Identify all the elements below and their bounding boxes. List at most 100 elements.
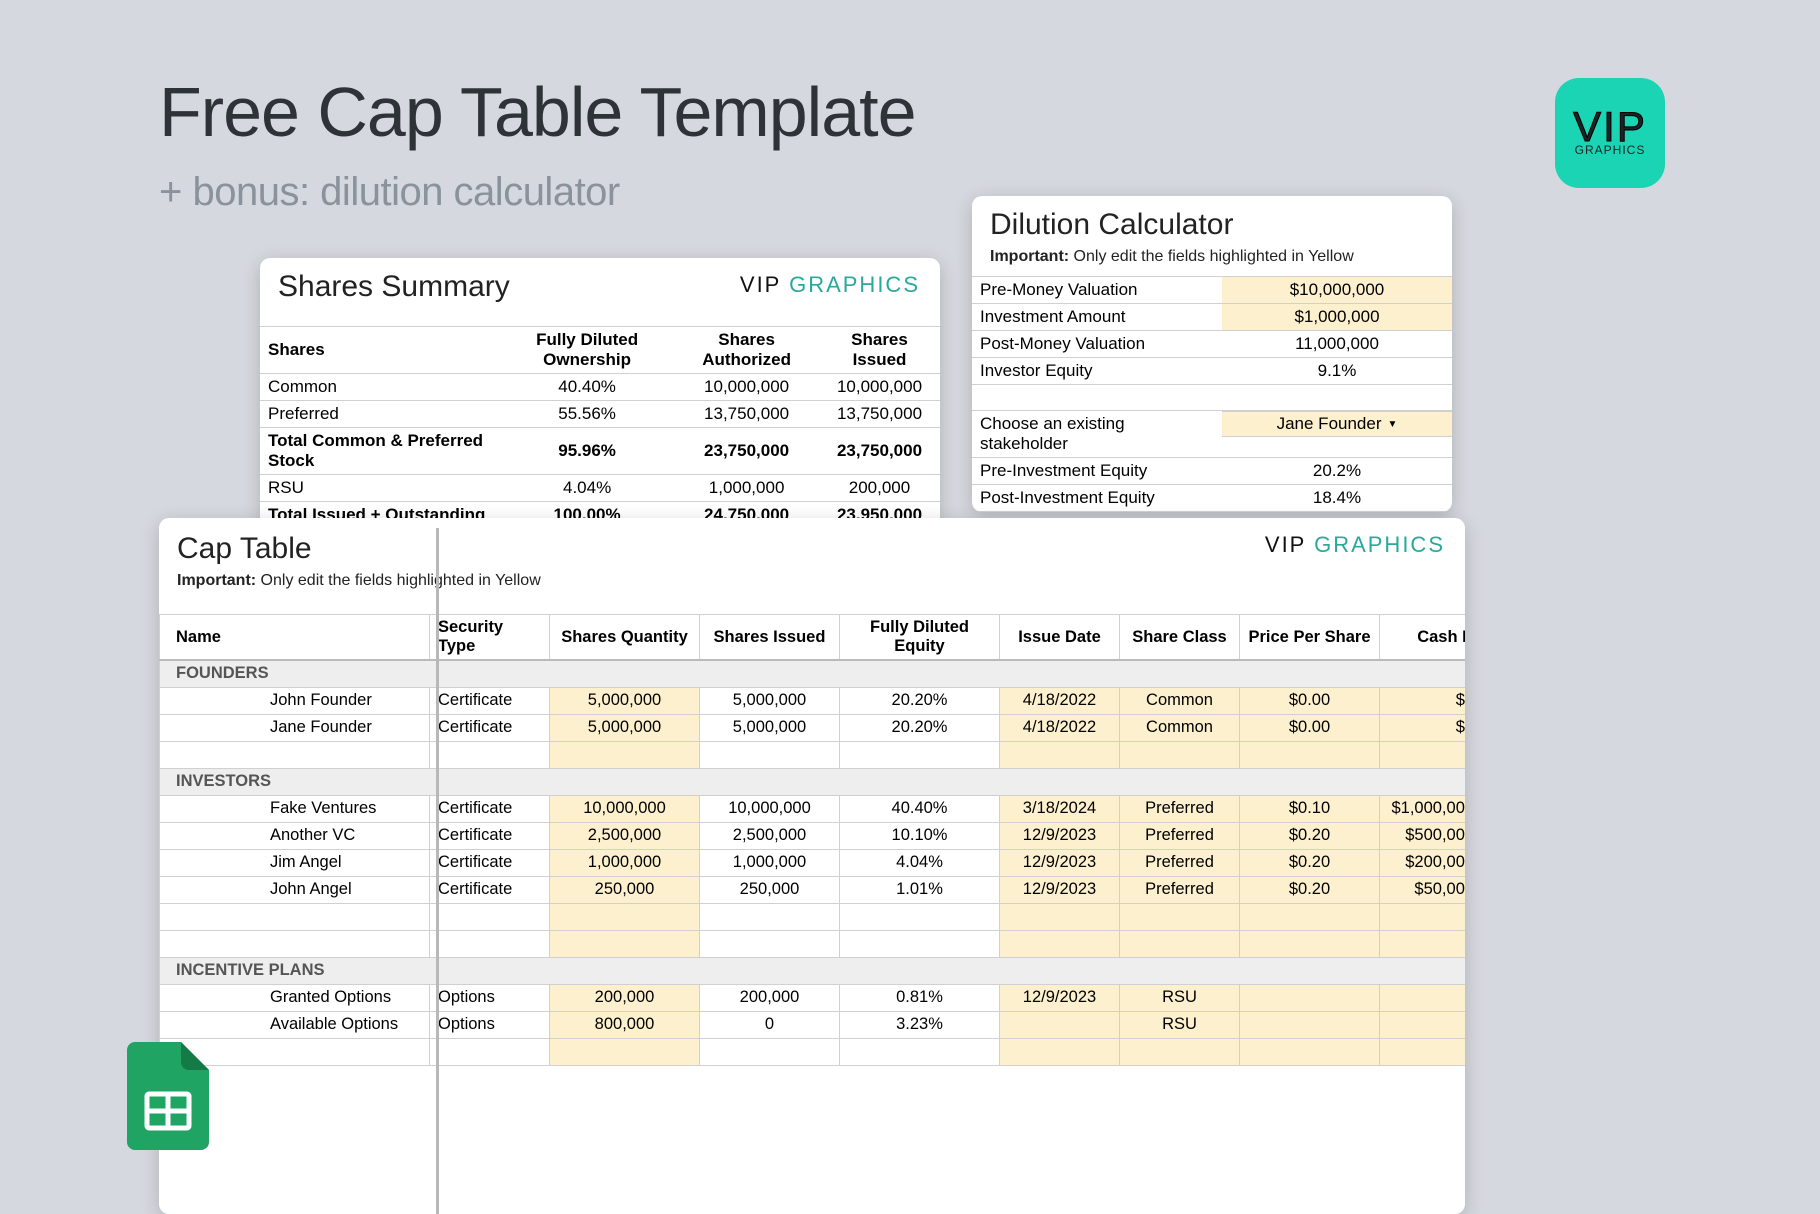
editable-cell[interactable]: $50,000.00 <box>1380 876 1466 903</box>
editable-cell[interactable]: 12/9/2023 <box>1000 984 1120 1011</box>
editable-cell[interactable] <box>1240 984 1380 1011</box>
table-row: John AngelCertificate250,000250,0001.01%… <box>160 876 1466 903</box>
editable-cell[interactable]: 2,500,000 <box>550 822 700 849</box>
editable-cell[interactable] <box>1380 903 1466 930</box>
column-header: Shares <box>260 327 500 374</box>
editable-cell[interactable] <box>1000 741 1120 768</box>
vip-logo: VIP GRAPHICS <box>740 272 920 298</box>
value-cell: 9.1% <box>1222 358 1452 385</box>
editable-cell[interactable]: 10,000,000 <box>550 795 700 822</box>
editable-cell[interactable]: Preferred <box>1120 795 1240 822</box>
cap-table-panel: Cap Table VIP GRAPHICS Important: Only e… <box>159 518 1465 1214</box>
editable-cell[interactable]: Common <box>1120 714 1240 741</box>
table-row: Post-Investment Equity18.4% <box>972 485 1452 512</box>
editable-cell[interactable]: $10,000,000 <box>1222 277 1452 304</box>
table-row: Available OptionsOptions800,00003.23%RSU <box>160 1011 1466 1038</box>
editable-cell[interactable] <box>550 1038 700 1065</box>
editable-cell[interactable] <box>1000 930 1120 957</box>
editable-cell[interactable]: RSU <box>1120 1011 1240 1038</box>
editable-cell[interactable]: $0.20 <box>1240 822 1380 849</box>
editable-cell[interactable]: $0.20 <box>1240 876 1380 903</box>
editable-cell[interactable]: 1,000,000 <box>550 849 700 876</box>
editable-cell[interactable]: 250,000 <box>550 876 700 903</box>
editable-cell[interactable] <box>1120 741 1240 768</box>
editable-cell[interactable]: 4/18/2022 <box>1000 687 1120 714</box>
table-row: Preferred55.56%13,750,00013,750,000 <box>260 401 940 428</box>
editable-cell[interactable] <box>1240 741 1380 768</box>
column-header: Shares Issued <box>819 327 940 374</box>
editable-cell[interactable] <box>1240 903 1380 930</box>
table-row: Fake VenturesCertificate10,000,00010,000… <box>160 795 1466 822</box>
editable-cell[interactable]: 4/18/2022 <box>1000 714 1120 741</box>
editable-cell[interactable] <box>1380 1038 1466 1065</box>
editable-cell[interactable] <box>1120 930 1240 957</box>
table-row: Jane FounderCertificate5,000,0005,000,00… <box>160 714 1466 741</box>
column-header: Shares Authorized <box>674 327 819 374</box>
dilution-panel: Dilution Calculator Important: Only edit… <box>972 196 1452 512</box>
editable-cell[interactable]: $500,000.00 <box>1380 822 1466 849</box>
editable-cell[interactable] <box>1380 741 1466 768</box>
table-row: Pre-Investment Equity20.2% <box>972 458 1452 485</box>
editable-cell[interactable]: $1,000,000 <box>1222 304 1452 331</box>
editable-cell[interactable]: $1,000,000.00 <box>1380 795 1466 822</box>
editable-cell[interactable] <box>550 903 700 930</box>
editable-cell[interactable] <box>1380 930 1466 957</box>
column-header: Shares Issued <box>700 615 840 661</box>
editable-cell[interactable]: Preferred <box>1120 876 1240 903</box>
vip-logo: VIP GRAPHICS <box>1265 532 1445 558</box>
column-header: Issue Date <box>1000 615 1120 661</box>
column-header: Fully Diluted Equity <box>840 615 1000 661</box>
editable-cell[interactable] <box>1240 1011 1380 1038</box>
stakeholder-label: Choose an existing stakeholder <box>972 411 1222 458</box>
section-header: INVESTORS <box>160 768 1466 795</box>
table-row: Pre-Money Valuation$10,000,000 <box>972 277 1452 304</box>
dilution-title: Dilution Calculator <box>972 196 1452 246</box>
editable-cell[interactable]: Preferred <box>1120 822 1240 849</box>
editable-cell[interactable]: $0.20 <box>1240 849 1380 876</box>
table-row: Total Common & Preferred Stock95.96%23,7… <box>260 428 940 475</box>
editable-cell[interactable]: RSU <box>1120 984 1240 1011</box>
editable-cell[interactable]: $0.00 <box>1240 714 1380 741</box>
editable-cell[interactable] <box>550 741 700 768</box>
editable-cell[interactable]: $0.00 <box>1240 687 1380 714</box>
editable-cell[interactable]: $0.10 <box>1240 795 1380 822</box>
editable-cell[interactable]: $200,000.00 <box>1380 849 1466 876</box>
editable-cell[interactable]: $0.00 <box>1380 687 1466 714</box>
cap-table-hint: Important: Only edit the fields highligh… <box>159 570 1465 600</box>
table-row: RSU4.04%1,000,000200,000 <box>260 475 940 502</box>
column-header: Name <box>160 615 430 661</box>
stakeholder-select[interactable]: Jane Founder ▼ <box>1222 411 1452 437</box>
editable-cell[interactable]: 800,000 <box>550 1011 700 1038</box>
editable-cell[interactable] <box>1240 930 1380 957</box>
editable-cell[interactable]: 5,000,000 <box>550 714 700 741</box>
editable-cell[interactable] <box>1240 1038 1380 1065</box>
freeze-divider <box>436 528 439 1214</box>
vip-badge: VIP GRAPHICS <box>1555 78 1665 188</box>
cap-table: NameSecurity TypeShares QuantityShares I… <box>159 614 1465 1066</box>
editable-cell[interactable]: 3/18/2024 <box>1000 795 1120 822</box>
vip-badge-text: VIP <box>1573 111 1647 143</box>
editable-cell[interactable] <box>1000 1011 1120 1038</box>
table-row: Another VCCertificate2,500,0002,500,0001… <box>160 822 1466 849</box>
editable-cell[interactable]: Common <box>1120 687 1240 714</box>
chevron-down-icon: ▼ <box>1388 419 1398 430</box>
table-row: Investor Equity9.1% <box>972 358 1452 385</box>
editable-cell[interactable]: 5,000,000 <box>550 687 700 714</box>
editable-cell[interactable] <box>1380 984 1466 1011</box>
editable-cell[interactable]: 200,000 <box>550 984 700 1011</box>
editable-cell[interactable]: 12/9/2023 <box>1000 822 1120 849</box>
editable-cell[interactable] <box>550 930 700 957</box>
editable-cell[interactable] <box>1120 1038 1240 1065</box>
table-row: Common40.40%10,000,00010,000,000 <box>260 374 940 401</box>
table-row <box>160 903 1466 930</box>
editable-cell[interactable] <box>1000 1038 1120 1065</box>
shares-summary-panel: Shares Summary VIP GRAPHICS SharesFully … <box>260 258 940 529</box>
editable-cell[interactable]: 12/9/2023 <box>1000 876 1120 903</box>
editable-cell[interactable]: Preferred <box>1120 849 1240 876</box>
editable-cell[interactable] <box>1120 903 1240 930</box>
editable-cell[interactable] <box>1380 1011 1466 1038</box>
editable-cell[interactable] <box>1000 903 1120 930</box>
editable-cell[interactable]: $0.00 <box>1380 714 1466 741</box>
column-header: Share Class <box>1120 615 1240 661</box>
editable-cell[interactable]: 12/9/2023 <box>1000 849 1120 876</box>
